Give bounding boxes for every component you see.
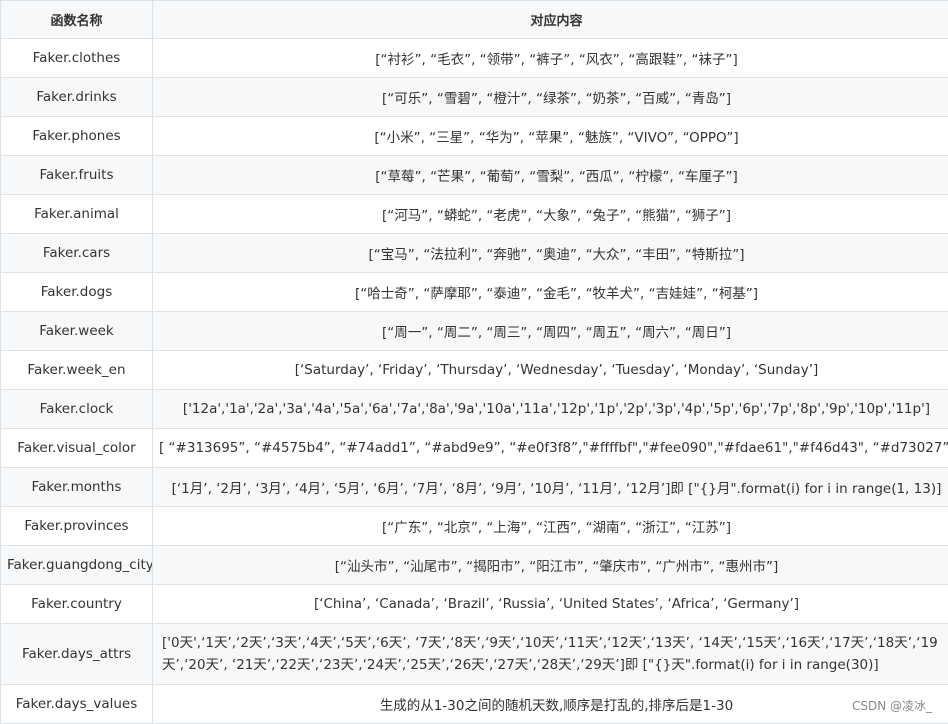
table-row: Faker.cars [“宝马”, “法拉利”, “奔驰”, “奥迪”, “大众… <box>1 234 948 273</box>
function-name-cell: Faker.cars <box>1 234 153 273</box>
function-name-cell: Faker.dogs <box>1 273 153 312</box>
table-row: Faker.provinces [“广东”, “北京”, “上海”, “江西”,… <box>1 507 948 546</box>
csdn-watermark: CSDN @凌冰_ <box>852 697 932 714</box>
content-cell: [‘Saturday’, ‘Friday’, ‘Thursday’, ‘Wedn… <box>153 351 948 390</box>
table-row: Faker.fruits [“草莓”, “芒果”, “葡萄”, “雪梨”, “西… <box>1 156 948 195</box>
table-row: Faker.drinks [“可乐”, “雪碧”, “橙汁”, “绿茶”, “奶… <box>1 78 948 117</box>
table-row: Faker.dogs [“哈士奇”, “萨摩耶”, “泰迪”, “金毛”, “牧… <box>1 273 948 312</box>
content-cell: [“河马”, “蟒蛇”, “老虎”, “大象”, “兔子”, “熊猫”, “狮子… <box>153 195 948 234</box>
content-cell: ['0天',‘1天’,‘2天’,‘3天’,‘4天’,‘5天’,‘6天’, ‘7天… <box>153 624 948 685</box>
table-row: Faker.week [“周一”, “周二”, “周三”, “周四”, “周五”… <box>1 312 948 351</box>
table-row: Faker.country [‘China’, ‘Canada’, ‘Brazi… <box>1 585 948 624</box>
function-name-cell: Faker.week_en <box>1 351 153 390</box>
table-row: Faker.days_values 生成的从1-30之间的随机天数,顺序是打乱的… <box>1 685 948 724</box>
content-cell: [“哈士奇”, “萨摩耶”, “泰迪”, “金毛”, “牧羊犬”, “吉娃娃”,… <box>153 273 948 312</box>
table-row: Faker.clothes [“衬衫”, “毛衣”, “领带”, “裤子”, “… <box>1 39 948 78</box>
function-name-cell: Faker.days_attrs <box>1 624 153 685</box>
content-cell: [“宝马”, “法拉利”, “奔驰”, “奥迪”, “大众”, “丰田”, “特… <box>153 234 948 273</box>
table-row: Faker.visual_color [ “#313695”, “#4575b4… <box>1 429 948 468</box>
content-cell: [“小米”, “三星”, “华为”, “苹果”, “魅族”, “VIVO”, “… <box>153 117 948 156</box>
table-row: Faker.clock ['12a','1a','2a','3a','4a','… <box>1 390 948 429</box>
function-name-cell: Faker.visual_color <box>1 429 153 468</box>
content-cell: [“广东”, “北京”, “上海”, “江西”, “湖南”, “浙江”, “江苏… <box>153 507 948 546</box>
table-row: Faker.week_en [‘Saturday’, ‘Friday’, ‘Th… <box>1 351 948 390</box>
function-name-cell: Faker.fruits <box>1 156 153 195</box>
content-cell: [“汕头市”, “汕尾市”, “揭阳市”, “阳江市”, “肇庆市”, “广州市… <box>153 546 948 585</box>
table-row: Faker.animal [“河马”, “蟒蛇”, “老虎”, “大象”, “兔… <box>1 195 948 234</box>
function-name-cell: Faker.week <box>1 312 153 351</box>
function-name-cell: Faker.days_values <box>1 685 153 724</box>
function-name-cell: Faker.guangdong_city <box>1 546 153 585</box>
function-name-cell: Faker.months <box>1 468 153 507</box>
function-name-cell: Faker.animal <box>1 195 153 234</box>
content-cell: [“草莓”, “芒果”, “葡萄”, “雪梨”, “西瓜”, “柠檬”, “车厘… <box>153 156 948 195</box>
column-header-content: 对应内容 <box>153 1 948 39</box>
column-header-function-name: 函数名称 <box>1 1 153 39</box>
function-name-cell: Faker.phones <box>1 117 153 156</box>
table-row: Faker.guangdong_city [“汕头市”, “汕尾市”, “揭阳市… <box>1 546 948 585</box>
content-cell: [“周一”, “周二”, “周三”, “周四”, “周五”, “周六”, “周日… <box>153 312 948 351</box>
function-name-cell: Faker.drinks <box>1 78 153 117</box>
table-header-row: 函数名称 对应内容 <box>1 1 948 39</box>
table-row: Faker.phones [“小米”, “三星”, “华为”, “苹果”, “魅… <box>1 117 948 156</box>
table-row: Faker.months [‘1月’, ‘2月’, ‘3月’, ‘4月’, ‘5… <box>1 468 948 507</box>
content-cell: [‘1月’, ‘2月’, ‘3月’, ‘4月’, ‘5月’, ‘6月’, ‘7月… <box>153 468 948 507</box>
content-cell: [“可乐”, “雪碧”, “橙汁”, “绿茶”, “奶茶”, “百威”, “青岛… <box>153 78 948 117</box>
function-name-cell: Faker.clock <box>1 390 153 429</box>
function-name-cell: Faker.clothes <box>1 39 153 78</box>
function-name-cell: Faker.provinces <box>1 507 153 546</box>
faker-functions-table: 函数名称 对应内容 Faker.clothes [“衬衫”, “毛衣”, “领带… <box>0 0 948 724</box>
content-cell: ['12a','1a','2a','3a','4a','5a','6a','7a… <box>153 390 948 429</box>
table-row: Faker.days_attrs ['0天',‘1天’,‘2天’,‘3天’,‘4… <box>1 624 948 685</box>
content-cell: [‘China’, ‘Canada’, ‘Brazil’, ‘Russia’, … <box>153 585 948 624</box>
content-cell: 生成的从1-30之间的随机天数,顺序是打乱的,排序后是1-30 <box>153 685 948 724</box>
content-cell: [ “#313695”, “#4575b4”, “#74add1”, “#abd… <box>153 429 948 468</box>
content-cell: [“衬衫”, “毛衣”, “领带”, “裤子”, “风衣”, “高跟鞋”, “袜… <box>153 39 948 78</box>
function-name-cell: Faker.country <box>1 585 153 624</box>
